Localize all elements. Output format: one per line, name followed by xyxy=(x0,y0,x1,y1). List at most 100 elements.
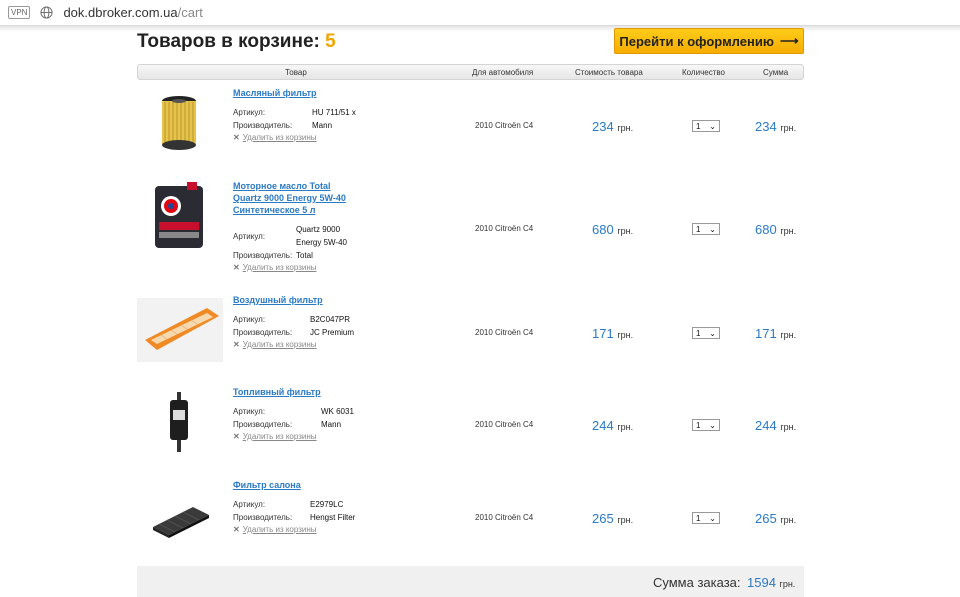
car-model: 2010 Citroën C4 xyxy=(475,420,534,429)
table-row: Моторное масло Total Quartz 9000 Energy … xyxy=(137,180,804,280)
line-sum: 171 грн. xyxy=(755,326,796,341)
close-icon: ✕ xyxy=(233,340,240,349)
maker-value: Mann xyxy=(321,420,342,429)
arrow-right-icon: ⟶ xyxy=(779,33,799,48)
line-sum: 680 грн. xyxy=(755,222,796,237)
currency: грн. xyxy=(617,515,634,525)
cart-title-text: Товаров в корзине: xyxy=(137,31,320,52)
url-field[interactable]: dok.dbroker.com.ua/cart xyxy=(63,5,202,20)
price-value: 171 xyxy=(592,326,614,341)
order-total-value: 1594 xyxy=(747,575,776,590)
remove-link[interactable]: ✕ Удалить из корзины xyxy=(233,525,317,534)
header-car: Для автомобиля xyxy=(472,68,534,77)
maker-label: Производитель: xyxy=(233,121,293,130)
browser-address-bar: VPN dok.dbroker.com.ua/cart xyxy=(0,0,960,26)
price: 171 грн. xyxy=(592,326,633,341)
article-value: E2979LC xyxy=(310,500,344,509)
article-value: HU 711/51 x xyxy=(312,108,356,117)
currency: грн. xyxy=(780,330,797,340)
header-product: Товар xyxy=(285,68,307,77)
table-row: Масляный фильтр Артикул: HU 711/51 x Про… xyxy=(137,87,804,167)
product-link[interactable]: Фильтр салона xyxy=(233,479,358,491)
currency: грн. xyxy=(617,123,634,133)
quantity-select[interactable]: 1 ⌄ xyxy=(692,419,720,431)
line-sum: 234 грн. xyxy=(755,119,796,134)
header-price: Стоимость товара xyxy=(575,68,643,77)
product-link[interactable]: Масляный фильтр xyxy=(233,87,358,99)
close-icon: ✕ xyxy=(233,263,240,272)
chevron-down-icon: ⌄ xyxy=(709,224,716,234)
quantity-select[interactable]: 1 ⌄ xyxy=(692,223,720,235)
url-path: /cart xyxy=(177,5,203,20)
currency: грн. xyxy=(617,422,634,432)
quantity-value: 1 xyxy=(696,121,701,131)
quantity-value: 1 xyxy=(696,420,701,430)
globe-icon xyxy=(40,6,53,19)
car-model: 2010 Citroën C4 xyxy=(475,224,534,233)
cart-count: 5 xyxy=(325,31,336,52)
cabin-filter-image xyxy=(153,507,209,538)
price: 680 грн. xyxy=(592,222,633,237)
product-link[interactable]: Моторное масло Total Quartz 9000 Energy … xyxy=(233,180,358,216)
currency: грн. xyxy=(780,422,797,432)
quantity-select[interactable]: 1 ⌄ xyxy=(692,120,720,132)
remove-link[interactable]: ✕ Удалить из корзины xyxy=(233,340,317,349)
price-value: 244 xyxy=(592,418,614,433)
chevron-down-icon: ⌄ xyxy=(709,121,716,131)
price: 244 грн. xyxy=(592,418,633,433)
line-sum: 265 грн. xyxy=(755,511,796,526)
currency: грн. xyxy=(617,226,634,236)
page-title: Товаров в корзине: 5 xyxy=(137,31,336,53)
article-label: Артикул: xyxy=(233,500,266,509)
currency: грн. xyxy=(617,330,634,340)
car-model: 2010 Citroën C4 xyxy=(475,513,534,522)
close-icon: ✕ xyxy=(233,133,240,142)
maker-label: Производитель: xyxy=(233,420,293,429)
chevron-down-icon: ⌄ xyxy=(709,328,716,338)
close-icon: ✕ xyxy=(233,525,240,534)
quantity-value: 1 xyxy=(696,328,701,338)
remove-label: Удалить из корзины xyxy=(242,525,317,534)
air-filter-image xyxy=(137,298,223,362)
fuel-filter-image xyxy=(170,392,188,452)
remove-label: Удалить из корзины xyxy=(242,340,317,349)
vpn-badge[interactable]: VPN xyxy=(8,6,31,19)
article-value: B2C047PR xyxy=(310,315,351,324)
sum-value: 680 xyxy=(755,222,777,237)
remove-link[interactable]: ✕ Удалить из корзины xyxy=(233,133,317,142)
sum-value: 244 xyxy=(755,418,777,433)
url-host: dok.dbroker.com.ua xyxy=(63,5,178,20)
car-model: 2010 Citroën C4 xyxy=(475,328,534,337)
maker-value: Total xyxy=(296,251,313,260)
article-value: WK 6031 xyxy=(321,407,354,416)
sum-value: 234 xyxy=(755,119,777,134)
remove-link[interactable]: ✕ Удалить из корзины xyxy=(233,263,317,272)
remove-link[interactable]: ✕ Удалить из корзины xyxy=(233,432,317,441)
article-value: Quartz 9000 Energy 5W-40 xyxy=(296,225,347,247)
quantity-value: 1 xyxy=(696,224,701,234)
currency: грн. xyxy=(780,226,797,236)
motor-oil-can-image xyxy=(155,182,203,248)
maker-value: JC Premium xyxy=(310,328,355,337)
quantity-select[interactable]: 1 ⌄ xyxy=(692,512,720,524)
chevron-down-icon: ⌄ xyxy=(709,513,716,523)
product-link[interactable]: Топливный фильтр xyxy=(233,386,358,398)
quantity-select[interactable]: 1 ⌄ xyxy=(692,327,720,339)
quantity-value: 1 xyxy=(696,513,701,523)
currency: грн. xyxy=(780,515,797,525)
chevron-down-icon: ⌄ xyxy=(709,420,716,430)
checkout-button[interactable]: Перейти к оформлению ⟶ xyxy=(614,28,804,54)
oil-filter-image xyxy=(162,96,196,150)
order-total: 1594 грн. xyxy=(747,575,795,590)
price-value: 680 xyxy=(592,222,614,237)
price: 234 грн. xyxy=(592,119,633,134)
order-total-label: Сумма заказа: xyxy=(653,575,741,590)
remove-label: Удалить из корзины xyxy=(242,263,317,272)
product-link[interactable]: Воздушный фильтр xyxy=(233,294,358,306)
article-label: Артикул: xyxy=(233,108,266,117)
article-label: Артикул: xyxy=(233,315,266,324)
article-label: Артикул: xyxy=(233,407,266,416)
maker-value: Hengst Filter xyxy=(310,513,356,522)
sum-value: 265 xyxy=(755,511,777,526)
table-row: Воздушный фильтр Артикул: B2C047PR Произ… xyxy=(137,294,804,366)
